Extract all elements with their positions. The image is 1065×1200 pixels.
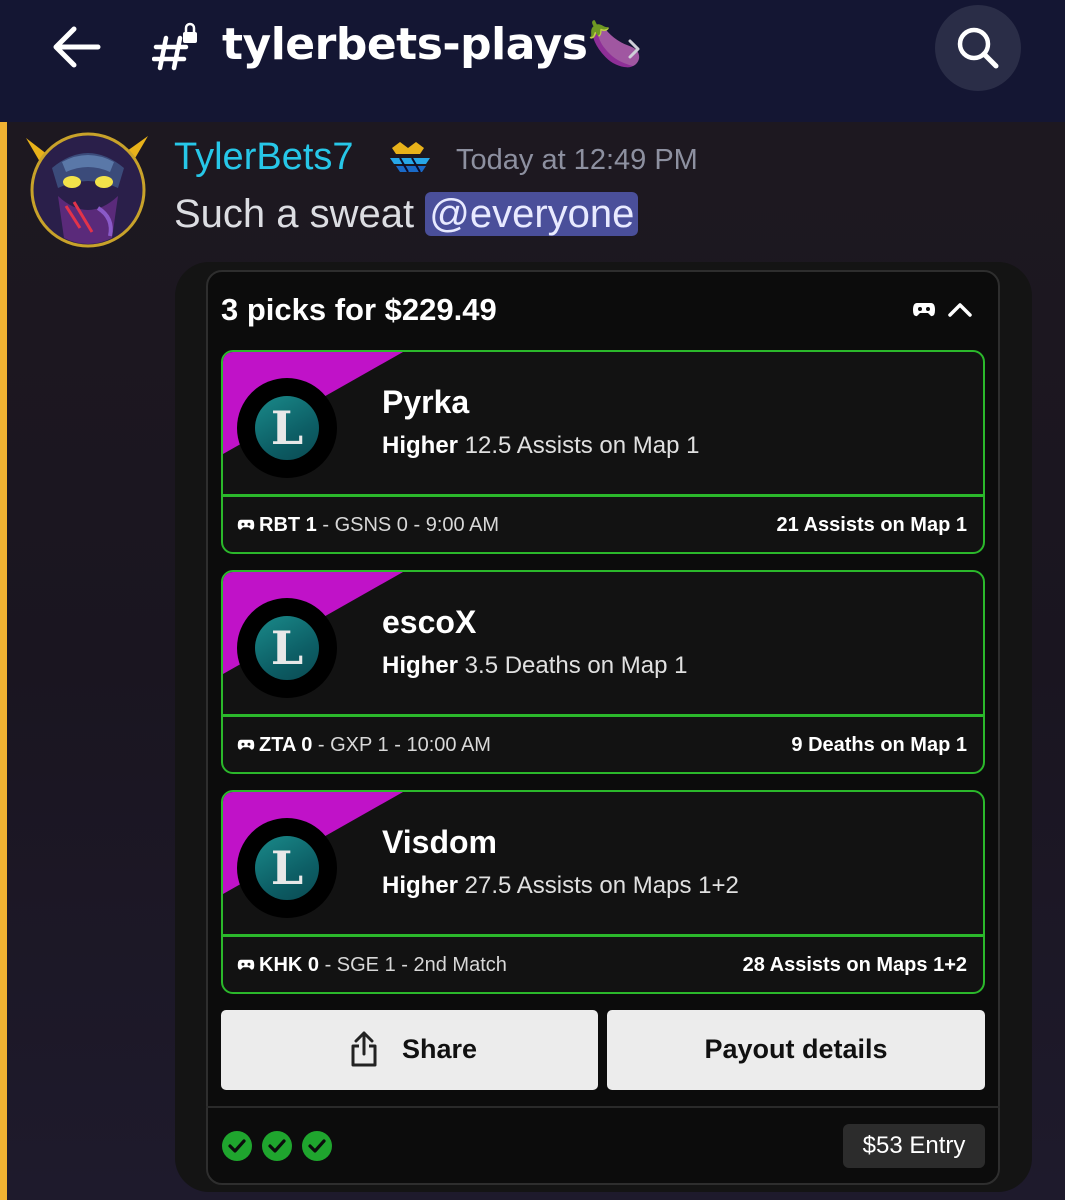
check-circle-icon: [222, 1131, 252, 1161]
pick-direction: Higher: [382, 432, 459, 459]
pick-result: 21 Assists on Map 1: [776, 514, 967, 536]
entry-badge: $53 Entry: [843, 1124, 985, 1168]
pick-footer: RBT 1 - GSNS 0 - 9:00 AM 21 Assists on M…: [223, 497, 983, 552]
check-circle-icon: [302, 1131, 332, 1161]
league-logo-letter: L: [270, 401, 304, 455]
league-logo-letter: L: [270, 621, 304, 675]
pick-card[interactable]: L Visdom Higher 27.5 Assists on Maps 1+2…: [221, 790, 985, 994]
arrow-left-icon: [53, 26, 101, 68]
divider: [206, 1106, 1000, 1108]
pick-direction: Higher: [382, 652, 459, 679]
pick-card[interactable]: L Pyrka Higher 12.5 Assists on Map 1 RBT…: [221, 350, 985, 554]
match-rest: - SGE 1 - 2nd Match: [319, 954, 507, 976]
pick-card[interactable]: L escoX Higher 3.5 Deaths on Map 1 ZTA 0…: [221, 570, 985, 774]
back-button[interactable]: [46, 22, 106, 72]
share-icon: [351, 1031, 377, 1067]
locked-hash-icon: [151, 22, 202, 72]
mention-highlight-bar: [0, 122, 7, 1200]
pick-direction: Higher: [382, 872, 459, 899]
pick-footer: ZTA 0 - GXP 1 - 10:00 AM 9 Deaths on Map…: [223, 717, 983, 772]
player-name: Visdom: [382, 824, 497, 860]
collapse-chevron-icon[interactable]: [946, 298, 974, 325]
pick-header: L Pyrka Higher 12.5 Assists on Map 1: [223, 352, 983, 496]
pick-line: Higher 27.5 Assists on Maps 1+2: [382, 872, 739, 900]
message-body: Such a sweat: [174, 192, 426, 236]
gamepad-icon: [237, 959, 255, 970]
match-team1: ZTA 0: [259, 734, 313, 756]
share-button[interactable]: Share: [221, 1010, 598, 1090]
chevron-right-icon[interactable]: [624, 36, 644, 62]
pick-stat: 12.5 Assists on Map 1: [458, 432, 700, 459]
match-info: RBT 1 - GSNS 0 - 9:00 AM: [259, 514, 499, 537]
pick-header: L Visdom Higher 27.5 Assists on Maps 1+2: [223, 792, 983, 936]
match-info: KHK 0 - SGE 1 - 2nd Match: [259, 954, 507, 977]
league-logo-letter: L: [270, 841, 304, 895]
search-icon: [957, 27, 999, 69]
pick-line: Higher 12.5 Assists on Map 1: [382, 432, 699, 460]
gamepad-icon: [237, 739, 255, 750]
match-rest: - GXP 1 - 10:00 AM: [312, 734, 491, 756]
share-label: Share: [402, 1034, 478, 1064]
role-badge-icon: [386, 140, 434, 176]
username[interactable]: TylerBets7: [174, 136, 354, 179]
pick-footer: KHK 0 - SGE 1 - 2nd Match 28 Assists on …: [223, 937, 983, 992]
pick-header: L escoX Higher 3.5 Deaths on Map 1: [223, 572, 983, 716]
pick-stat: 27.5 Assists on Maps 1+2: [458, 872, 739, 899]
gamepad-icon: [912, 301, 936, 324]
match-team1: KHK 0: [259, 954, 320, 976]
bet-card-title: 3 picks for $229.49: [221, 292, 497, 327]
channel-name[interactable]: tylerbets-plays🍆: [222, 18, 642, 70]
pick-stat: 3.5 Deaths on Map 1: [458, 652, 688, 679]
search-button[interactable]: [935, 5, 1021, 91]
message-timestamp: Today at 12:49 PM: [456, 144, 698, 176]
payout-label: Payout details: [704, 1034, 888, 1064]
message-text: Such a sweat @everyone: [174, 192, 639, 237]
check-circle-icon: [262, 1131, 292, 1161]
avatar[interactable]: [22, 128, 152, 248]
everyone-mention[interactable]: @everyone: [425, 192, 639, 236]
pick-result: 9 Deaths on Map 1: [791, 734, 967, 756]
gamepad-icon: [237, 519, 255, 530]
match-rest: - GSNS 0 - 9:00 AM: [316, 514, 500, 536]
pick-result: 28 Assists on Maps 1+2: [742, 954, 967, 976]
match-info: ZTA 0 - GXP 1 - 10:00 AM: [259, 734, 491, 757]
payout-details-button[interactable]: Payout details: [607, 1010, 985, 1090]
channel-header: tylerbets-plays🍆: [0, 0, 1065, 122]
player-name: Pyrka: [382, 384, 470, 420]
player-name: escoX: [382, 604, 477, 640]
match-team1: RBT 1: [259, 514, 317, 536]
pick-line: Higher 3.5 Deaths on Map 1: [382, 652, 688, 680]
